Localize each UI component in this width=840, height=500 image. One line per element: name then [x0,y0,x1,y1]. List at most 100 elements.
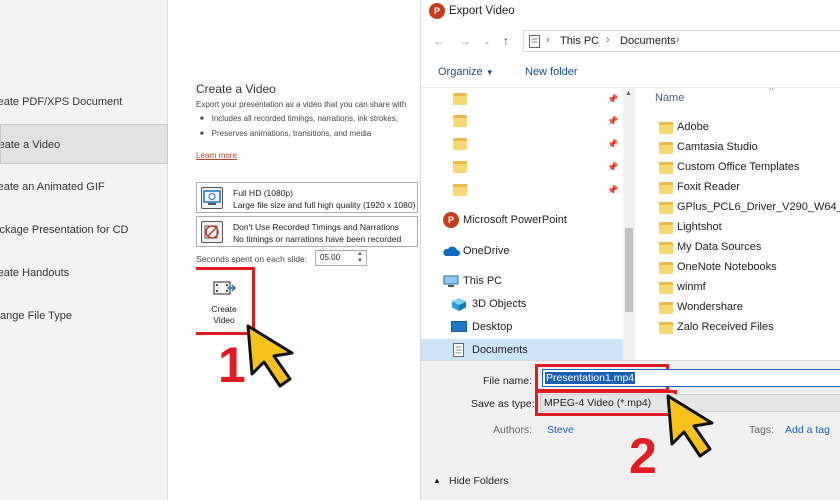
folder-row-my-data-sources[interactable]: My Data Sources [659,237,840,257]
authors-label: Authors: [493,424,533,436]
pin-icon: 📌 [607,185,619,195]
tags-label: Tags: [749,424,775,436]
recent-chevron-icon[interactable]: ⌄ [483,36,491,47]
breadcrumb-documents[interactable]: Documents [620,35,676,47]
tree-scrollbar[interactable]: ▲ [623,88,635,360]
tree-item-documents[interactable]: Documents [421,339,623,360]
folder-icon [659,182,673,194]
folder-icon [659,142,673,154]
save-options-area: File name: Presentation1.mp4 Save as typ… [421,360,840,500]
cube-3d-icon [452,298,466,311]
step-number-2: 2 [629,428,657,484]
bullet-animations: Preserves animations, transitions, and m… [200,129,372,138]
folder-icon [453,184,467,196]
tree-item-3d-objects[interactable]: 3D Objects [421,293,621,315]
folder-row-onenote[interactable]: OneNote Notebooks [659,257,840,277]
nav-create-pdf-xps[interactable]: Create PDF/XPS Document [0,82,168,122]
cursor-arrow-icon [246,324,294,388]
tree-item-this-pc[interactable]: This PC [421,270,621,292]
scroll-up-icon[interactable]: ▲ [625,90,632,97]
breadcrumb-separator-icon: › [606,34,610,46]
folder-icon [453,115,467,127]
folder-row-wondershare[interactable]: Wondershare [659,297,840,317]
monitor-icon [201,187,223,209]
folder-icon [453,138,467,150]
folder-row-foxit[interactable]: Foxit Reader [659,177,840,197]
authors-value[interactable]: Steve [547,424,574,436]
nav-create-video[interactable]: Create a Video [0,124,168,164]
folder-row-zalo[interactable]: Zalo Received Files [659,317,840,337]
dialog-title: Export Video [449,5,515,17]
data-folder-icon [659,242,673,254]
tree-item-microsoft-powerpoint[interactable]: P Microsoft PowerPoint [421,209,621,231]
tree-item-pinned-folder[interactable]: 📌 [421,133,621,155]
nav-package-for-cd[interactable]: Package Presentation for CD [0,210,168,250]
export-video-dialog: P Export Video ← → ⌄ ↑ › This PC › Docum… [420,0,840,500]
folder-row-gplus[interactable]: GPlus_PCL6_Driver_V290_W64_00 [659,197,840,217]
back-arrow-icon[interactable]: ← [433,34,445,48]
column-header-name[interactable]: Name [655,92,684,104]
step-number-1: 1 [218,337,246,393]
folder-row-adobe[interactable]: Adobe [659,117,840,137]
tree-item-pinned-folder[interactable]: 📌 [421,88,621,110]
nav-create-handouts[interactable]: Create Handouts [0,253,168,293]
panel-title: Create a Video [196,82,276,96]
seconds-spinner[interactable]: 05.00 ▲ ▼ [315,250,367,266]
breadcrumb-this-pc[interactable]: This PC [560,35,599,47]
folder-icon [659,302,673,314]
spinner-arrows-icon[interactable]: ▲ ▼ [357,251,363,265]
file-name-input[interactable]: Presentation1.mp4 [542,369,840,387]
folder-icon [659,122,673,134]
hide-folders-button[interactable]: Hide Folders [449,475,509,487]
document-icon [529,35,540,48]
bullet-timings: Includes all recorded timings, narration… [200,114,398,123]
hide-folders-chevron-icon[interactable]: ▲ [433,476,441,485]
create-video-panel: Create a Video Export your presentation … [196,0,425,500]
seconds-label: Seconds spent on each slide: [196,254,308,264]
desktop-icon [451,321,467,332]
folder-icon [659,162,673,174]
tree-item-desktop[interactable]: Desktop [421,316,621,338]
up-arrow-icon[interactable]: ↑ [503,34,509,48]
file-list: Name ^ Adobe Camtasia Studio Custom Offi… [645,88,840,360]
timings-dropdown[interactable]: Don't Use Recorded Timings and Narration… [196,216,418,247]
tree-item-onedrive[interactable]: OneDrive [421,240,621,262]
nav-change-file-type[interactable]: Change File Type [0,296,168,336]
quality-dropdown[interactable]: Full HD (1080p) Large file size and full… [196,182,418,213]
tree-item-pinned-folder[interactable]: 📌 [421,110,621,132]
nav-create-animated-gif[interactable]: Create an Animated GIF [0,167,168,207]
forward-arrow-icon[interactable]: → [459,34,471,48]
address-bar[interactable]: › This PC › Documents › [523,30,840,52]
new-folder-button[interactable]: New folder [525,66,578,78]
computer-icon [443,275,459,287]
learn-more-link[interactable]: Learn more [196,151,237,160]
folder-row-winmf[interactable]: winmf [659,277,840,297]
tags-value[interactable]: Add a tag [785,424,830,436]
no-narration-icon [201,221,223,243]
powerpoint-logo-icon: P [443,212,459,228]
folder-icon [659,282,673,294]
panel-description: Export your presentation as a video that… [196,100,407,109]
scrollbar-thumb[interactable] [625,228,633,312]
folder-row-lightshot[interactable]: Lightshot [659,217,840,237]
folder-row-custom-office-templates[interactable]: Custom Office Templates [659,157,840,177]
cursor-arrow-icon [666,394,714,458]
pin-icon: 📌 [607,139,619,149]
folder-icon [659,262,673,274]
dialog-titlebar: P Export Video [421,0,840,24]
sort-chevron-up-icon: ^ [769,88,774,97]
tree-item-pinned-folder[interactable]: 📌 [421,179,621,201]
file-name-label: File name: [483,375,533,387]
dialog-toolbar: Organize ▼ New folder [421,58,840,88]
powerpoint-logo-icon: P [429,3,445,19]
folder-icon [453,93,467,105]
folder-icon [659,322,673,334]
folder-row-camtasia[interactable]: Camtasia Studio [659,137,840,157]
organize-button[interactable]: Organize ▼ [438,66,494,78]
folder-icon [659,222,673,234]
tree-item-pinned-folder[interactable]: 📌 [421,156,621,178]
navigation-tree: 📌 📌 📌 📌 📌 P Microsoft PowerPoint OneDriv… [421,88,633,360]
pin-icon: 📌 [607,162,619,172]
export-nav: Create PDF/XPS Document Create a Video C… [0,0,168,500]
pin-icon: 📌 [607,94,619,104]
